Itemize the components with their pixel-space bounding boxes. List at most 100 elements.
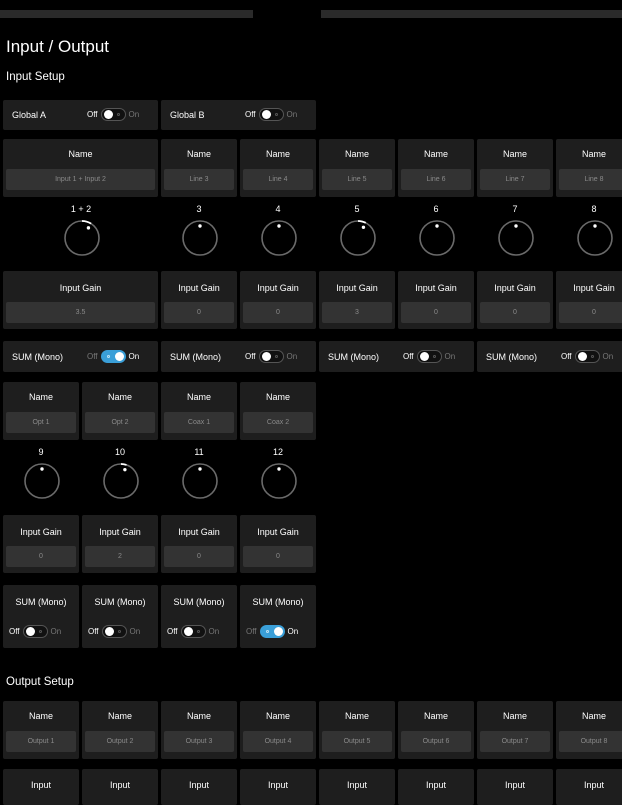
name-field[interactable]: Output 7 — [480, 731, 550, 752]
name-field[interactable]: Output 6 — [401, 731, 471, 752]
toggle-off-label: Off — [245, 352, 256, 361]
output-input-card[interactable]: Input — [556, 769, 622, 805]
knob-dial-icon — [261, 220, 297, 256]
gain-knob-9[interactable]: 10 — [84, 447, 156, 511]
name-card-output-1: Name Output 1 — [3, 701, 79, 759]
gain-knob-3[interactable]: 4 — [242, 204, 314, 268]
on-off-toggle[interactable]: Off On — [88, 625, 140, 638]
input-gain-field[interactable]: 0 — [164, 546, 234, 567]
name-label: Name — [581, 149, 606, 159]
on-off-toggle[interactable]: Off On — [403, 350, 455, 363]
input-gain-card-7: Input Gain 0 — [556, 271, 622, 329]
knob-dial-icon — [261, 463, 297, 499]
output-input-card[interactable]: Input — [398, 769, 474, 805]
output-input-card[interactable]: Input — [161, 769, 237, 805]
input-gain-field[interactable]: 0 — [243, 302, 313, 323]
toggle-switch[interactable] — [180, 625, 206, 638]
name-field[interactable]: Output 8 — [559, 731, 622, 752]
input-gain-card-1: Input Gain 3.5 — [3, 271, 158, 329]
name-field[interactable]: Opt 2 — [85, 412, 155, 433]
name-field[interactable]: Line 3 — [164, 169, 234, 190]
name-label: Name — [423, 711, 448, 721]
gain-knob-4[interactable]: 5 — [321, 204, 393, 268]
input-gain-field[interactable]: 2 — [85, 546, 155, 567]
input-gain-field[interactable]: 3 — [322, 302, 392, 323]
toggle-thumb — [261, 352, 271, 361]
toggle-thumb — [273, 627, 283, 636]
toggle-off-label: Off — [403, 352, 414, 361]
gain-knob-6[interactable]: 7 — [479, 204, 551, 268]
input-gain-field[interactable]: 0 — [243, 546, 313, 567]
on-off-toggle[interactable]: Off On — [245, 108, 297, 121]
on-off-toggle[interactable]: Off On — [245, 350, 297, 363]
input-gain-field[interactable]: 3.5 — [6, 302, 155, 323]
input-gain-field[interactable]: 0 — [480, 302, 550, 323]
toggle-switch[interactable] — [258, 350, 284, 363]
name-field[interactable]: Line 8 — [559, 169, 622, 190]
gain-knob-11[interactable]: 12 — [242, 447, 314, 511]
name-card-output-6: Name Output 6 — [398, 701, 474, 759]
toggle-switch[interactable] — [258, 108, 284, 121]
output-input-card[interactable]: Input — [240, 769, 316, 805]
toggle-switch[interactable] — [574, 350, 600, 363]
toggle-off-label: Off — [87, 352, 98, 361]
sum-mono-card: SUM (Mono) Off On — [3, 341, 158, 372]
name-field[interactable]: Coax 2 — [243, 412, 313, 433]
name-field[interactable]: Output 1 — [6, 731, 76, 752]
gain-knob-7[interactable]: 8 — [558, 204, 622, 268]
toggle-switch[interactable] — [100, 108, 126, 121]
name-label: Name — [502, 149, 527, 159]
name-field[interactable]: Input 1 + Input 2 — [6, 169, 155, 190]
output-input-card[interactable]: Input — [477, 769, 553, 805]
gain-knob-1[interactable]: 1 + 2 — [45, 204, 117, 268]
name-label: Name — [186, 711, 211, 721]
on-off-toggle[interactable]: Off On — [561, 350, 613, 363]
channel-number: 11 — [194, 447, 204, 457]
toggle-switch[interactable] — [259, 625, 285, 638]
on-off-toggle[interactable]: Off On — [246, 625, 298, 638]
toggle-switch[interactable] — [101, 625, 127, 638]
output-input-card[interactable]: Input — [319, 769, 395, 805]
on-off-toggle[interactable]: Off On — [87, 108, 139, 121]
input-gain-field[interactable]: 0 — [401, 302, 471, 323]
name-field[interactable]: Line 5 — [322, 169, 392, 190]
toggle-switch[interactable] — [100, 350, 126, 363]
name-field[interactable]: Opt 1 — [6, 412, 76, 433]
input-gain-field[interactable]: 0 — [559, 302, 622, 323]
output-setup-title: Output Setup — [6, 676, 74, 688]
output-input-label: Input — [504, 780, 526, 790]
toggle-on-label: On — [286, 110, 298, 119]
toggle-switch[interactable] — [22, 625, 48, 638]
knob-pointer — [123, 467, 127, 472]
toggle-off-label: Off — [167, 627, 178, 636]
name-field[interactable]: Output 5 — [322, 731, 392, 752]
knob-dial-icon — [340, 220, 376, 256]
input-gain-label: Input Gain — [336, 283, 378, 293]
channel-number: 5 — [354, 204, 360, 214]
gain-knob-10[interactable]: 11 — [163, 447, 235, 511]
name-field[interactable]: Output 4 — [243, 731, 313, 752]
name-field[interactable]: Line 6 — [401, 169, 471, 190]
on-off-toggle[interactable]: Off On — [9, 625, 61, 638]
name-field[interactable]: Line 4 — [243, 169, 313, 190]
name-field[interactable]: Coax 1 — [164, 412, 234, 433]
gain-knob-8[interactable]: 9 — [5, 447, 77, 511]
on-off-toggle[interactable]: Off On — [167, 625, 219, 638]
toggle-on-label: On — [208, 627, 220, 636]
name-field[interactable]: Output 3 — [164, 731, 234, 752]
output-input-label: Input — [109, 780, 131, 790]
gain-knob-2[interactable]: 3 — [163, 204, 235, 268]
sum-mono-card: SUM (Mono) Off On — [477, 341, 622, 372]
name-field[interactable]: Line 7 — [480, 169, 550, 190]
output-input-card[interactable]: Input — [82, 769, 158, 805]
toggle-switch[interactable] — [416, 350, 442, 363]
name-label: Name — [265, 149, 290, 159]
name-field[interactable]: Output 2 — [85, 731, 155, 752]
output-input-card[interactable]: Input — [3, 769, 79, 805]
on-off-toggle[interactable]: Off On — [87, 350, 139, 363]
toggle-indicator-icon — [274, 113, 278, 116]
name-card-9: Name Opt 2 — [82, 382, 158, 440]
gain-knob-5[interactable]: 6 — [400, 204, 472, 268]
input-gain-field[interactable]: 0 — [164, 302, 234, 323]
input-gain-field[interactable]: 0 — [6, 546, 76, 567]
